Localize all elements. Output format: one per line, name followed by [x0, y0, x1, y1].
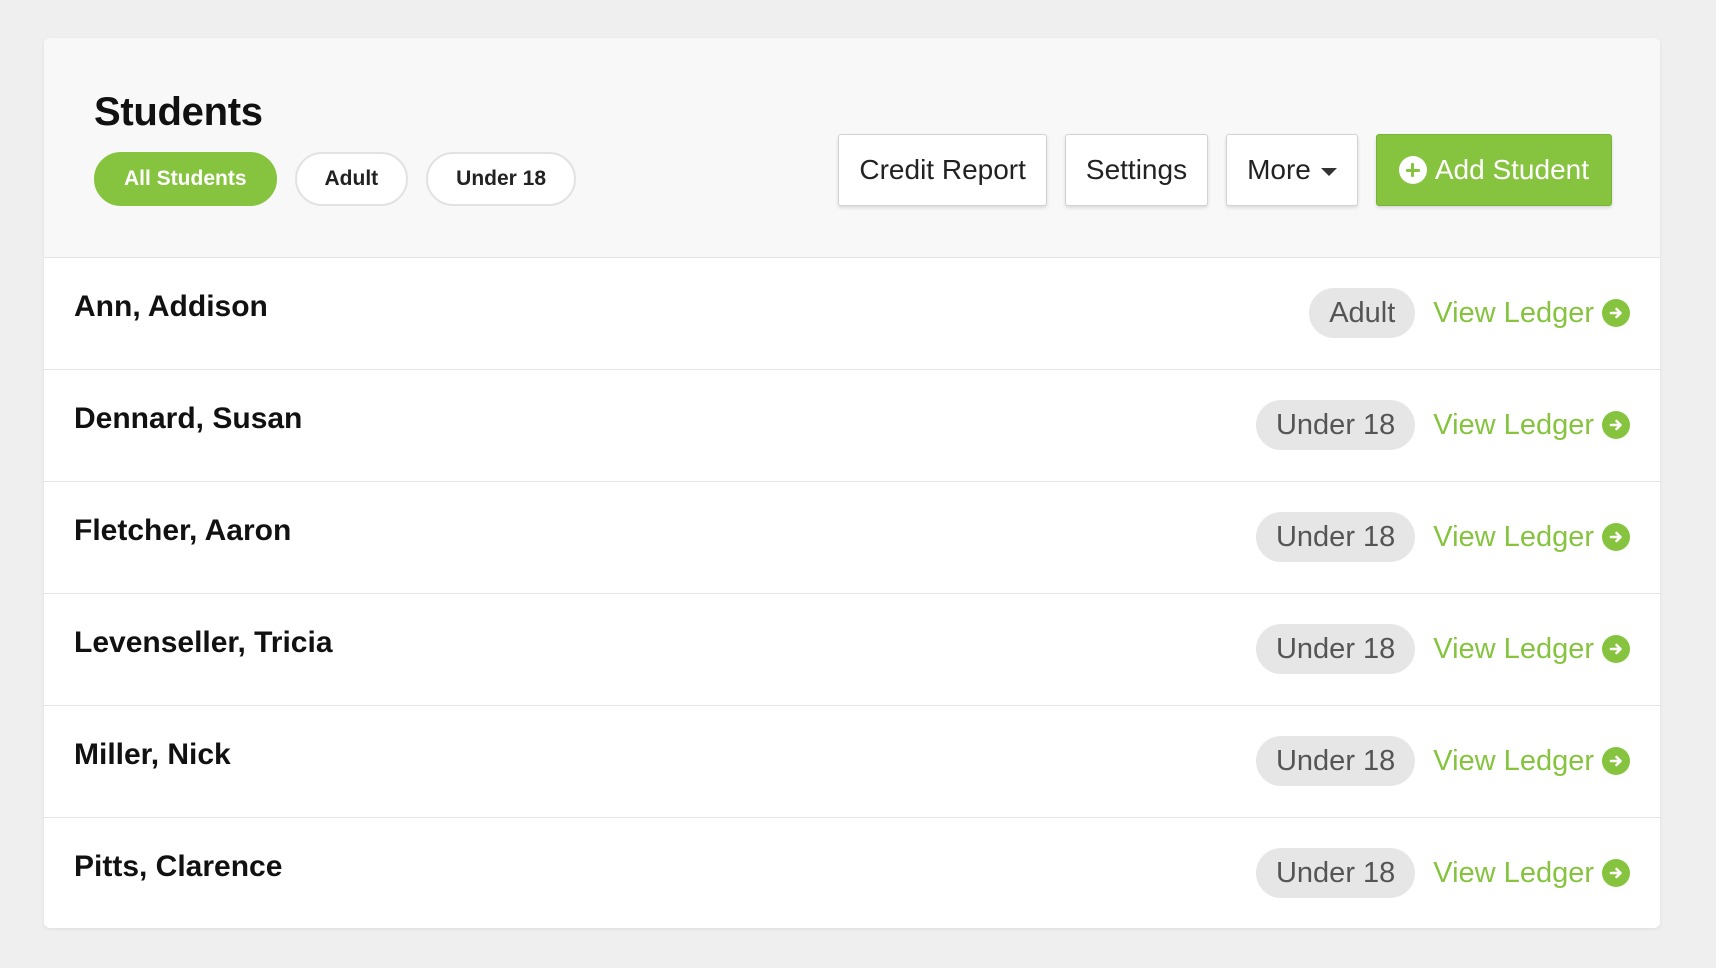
row-actions: Adult View Ledger: [1309, 288, 1630, 338]
age-group-badge: Under 18: [1255, 512, 1416, 562]
add-student-label: Add Student: [1434, 154, 1589, 185]
plus-circle-icon: [1398, 156, 1427, 184]
arrow-right-circle-icon: [1602, 635, 1630, 663]
view-ledger-label: View Ledger: [1433, 632, 1594, 665]
age-group-badge: Under 18: [1255, 848, 1416, 898]
student-name: Ann, Addison: [74, 290, 268, 323]
view-ledger-label: View Ledger: [1433, 744, 1594, 777]
view-ledger-label: View Ledger: [1433, 408, 1594, 441]
view-ledger-link[interactable]: View Ledger: [1433, 521, 1630, 554]
arrow-right-circle-icon: [1602, 523, 1630, 551]
view-ledger-link[interactable]: View Ledger: [1433, 857, 1630, 890]
view-ledger-label: View Ledger: [1433, 856, 1594, 889]
filter-all-students[interactable]: All Students: [94, 152, 277, 206]
student-name: Pitts, Clarence: [74, 850, 283, 883]
student-row: Levenseller, Tricia Under 18 View Ledger: [44, 594, 1660, 706]
age-group-badge: Under 18: [1255, 400, 1416, 450]
credit-report-button[interactable]: Credit Report: [838, 134, 1047, 206]
student-row: Miller, Nick Under 18 View Ledger: [44, 706, 1660, 818]
student-row: Dennard, Susan Under 18 View Ledger: [44, 370, 1660, 482]
add-student-button[interactable]: Add Student: [1375, 134, 1612, 206]
row-actions: Under 18 View Ledger: [1255, 400, 1630, 450]
view-ledger-label: View Ledger: [1433, 520, 1594, 553]
student-name: Fletcher, Aaron: [74, 514, 292, 547]
row-actions: Under 18 View Ledger: [1255, 512, 1630, 562]
student-name: Miller, Nick: [74, 738, 231, 771]
view-ledger-link[interactable]: View Ledger: [1433, 745, 1630, 778]
view-ledger-link[interactable]: View Ledger: [1433, 297, 1630, 330]
arrow-right-circle-icon: [1602, 859, 1630, 887]
row-actions: Under 18 View Ledger: [1255, 736, 1630, 786]
row-actions: Under 18 View Ledger: [1255, 848, 1630, 898]
student-list: Ann, Addison Adult View Ledger Dennard, …: [44, 258, 1660, 928]
filter-adult[interactable]: Adult: [294, 152, 409, 206]
arrow-right-circle-icon: [1602, 411, 1630, 439]
filter-under-18[interactable]: Under 18: [426, 152, 577, 206]
more-dropdown-button[interactable]: More: [1226, 134, 1358, 206]
filter-pills: All Students Adult Under 18: [94, 152, 577, 206]
card-header: Students All Students Adult Under 18 Cre…: [44, 38, 1660, 258]
caret-down-icon: [1320, 167, 1337, 176]
view-ledger-label: View Ledger: [1433, 296, 1594, 329]
arrow-right-circle-icon: [1602, 299, 1630, 327]
view-ledger-link[interactable]: View Ledger: [1433, 633, 1630, 666]
age-group-badge: Under 18: [1255, 736, 1416, 786]
students-card: Students All Students Adult Under 18 Cre…: [44, 38, 1660, 928]
student-name: Dennard, Susan: [74, 402, 303, 435]
student-name: Levenseller, Tricia: [74, 626, 333, 659]
header-actions: Credit Report Settings More Add Student: [838, 134, 1612, 206]
arrow-right-circle-icon: [1602, 747, 1630, 775]
age-group-badge: Under 18: [1255, 624, 1416, 674]
view-ledger-link[interactable]: View Ledger: [1433, 409, 1630, 442]
settings-button[interactable]: Settings: [1064, 134, 1209, 206]
student-row: Ann, Addison Adult View Ledger: [44, 258, 1660, 370]
student-row: Fletcher, Aaron Under 18 View Ledger: [44, 482, 1660, 594]
page-title: Students: [94, 90, 263, 134]
row-actions: Under 18 View Ledger: [1255, 624, 1630, 674]
student-row: Pitts, Clarence Under 18 View Ledger: [44, 818, 1660, 928]
more-label: More: [1247, 154, 1311, 185]
age-group-badge: Adult: [1309, 288, 1416, 338]
